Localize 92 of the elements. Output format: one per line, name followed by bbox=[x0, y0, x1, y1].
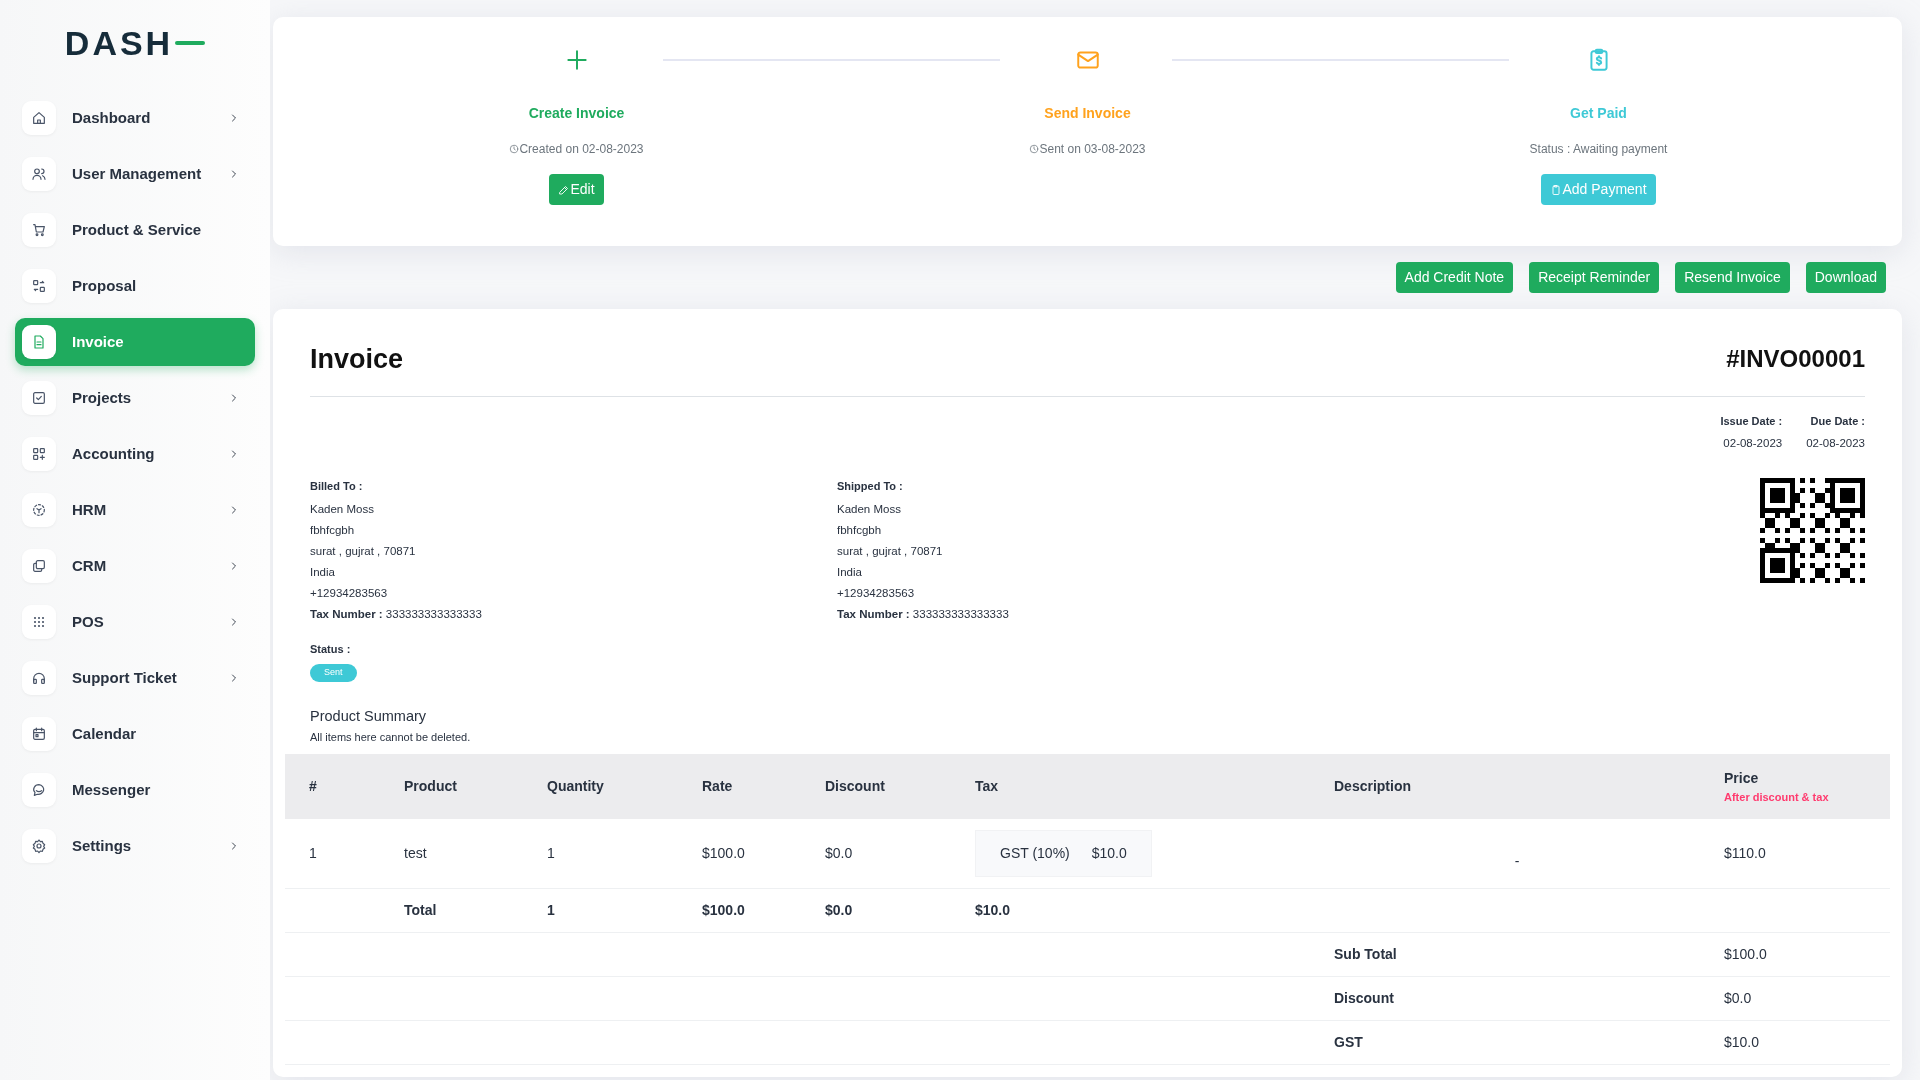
sidebar-item[interactable]: Product & Service bbox=[15, 206, 255, 254]
date-label: Issue Date : bbox=[1720, 413, 1783, 429]
address-line: India bbox=[837, 564, 863, 580]
price-note: After discount & tax bbox=[1724, 790, 1830, 805]
tax-number: Tax Number : 333333333333333 bbox=[310, 606, 483, 622]
table-cell: test bbox=[380, 819, 523, 889]
clipboard-icon bbox=[1550, 184, 1563, 197]
document-icon bbox=[31, 334, 47, 350]
step-title: Send Invoice bbox=[1043, 104, 1132, 123]
sidebar-item[interactable]: Proposal bbox=[15, 262, 255, 310]
column-header: Description bbox=[1310, 754, 1700, 820]
sidebar-item[interactable]: Dashboard bbox=[15, 94, 255, 142]
column-header: Discount bbox=[801, 754, 951, 820]
tax-name: GST (10%) bbox=[1000, 844, 1070, 863]
table-cell: Total bbox=[380, 888, 523, 933]
sidebar-item[interactable]: Settings bbox=[15, 822, 255, 870]
sidebar-item[interactable]: HRM bbox=[15, 486, 255, 534]
table-cell: $10.0 bbox=[951, 888, 1310, 933]
address-line: surat , gujrat , 70871 bbox=[837, 543, 944, 559]
step-subtitle: Status : Awaiting payment bbox=[1529, 141, 1668, 158]
dashed-circle-icon bbox=[31, 502, 47, 518]
address-line: surat , gujrat , 70871 bbox=[310, 543, 417, 559]
sidebar-item[interactable]: Support Ticket bbox=[15, 654, 255, 702]
status-label: Status : bbox=[310, 641, 352, 657]
table-cell: $100.0 bbox=[678, 819, 801, 889]
date-value: 02-08-2023 bbox=[1722, 436, 1783, 451]
date-value: 02-08-2023 bbox=[1806, 436, 1865, 451]
clock-icon bbox=[509, 144, 520, 154]
summary-title: Product Summary bbox=[310, 706, 428, 726]
summary-value: $100.0 bbox=[1700, 932, 1890, 977]
address-label: Shipped To : bbox=[837, 479, 904, 494]
column-header: Rate bbox=[678, 754, 801, 820]
step-title: Create Invoice bbox=[527, 104, 626, 123]
step-subtitle: Sent on 03-08-2023 bbox=[1039, 141, 1146, 158]
layers-icon bbox=[31, 558, 47, 574]
cart-icon bbox=[31, 222, 47, 238]
sidebar-item[interactable]: Projects bbox=[15, 374, 255, 422]
table-cell: $0.0 bbox=[801, 819, 951, 889]
table-cell: 1 bbox=[285, 819, 380, 889]
address-label: Billed To : bbox=[310, 479, 364, 494]
sidebar-item[interactable]: Messenger bbox=[15, 766, 255, 814]
summary-label: GST bbox=[1310, 1020, 1700, 1065]
column-header: # bbox=[285, 754, 380, 820]
address-line: Kaden Moss bbox=[837, 501, 902, 517]
tax-amount: $10.0 bbox=[1091, 844, 1127, 863]
summary-note: All items here cannot be deleted. bbox=[310, 730, 472, 746]
invoice-number: #INVO00001 bbox=[1726, 344, 1865, 375]
address-line: India bbox=[310, 564, 336, 580]
sidebar-item[interactable]: Calendar bbox=[15, 710, 255, 758]
date-label: Due Date : bbox=[1809, 413, 1865, 429]
address-line: fbhfcgbh bbox=[837, 522, 883, 538]
clock-icon bbox=[1029, 144, 1040, 154]
edit-icon bbox=[558, 184, 571, 197]
sidebar-item[interactable]: Accounting bbox=[15, 430, 255, 478]
home-icon bbox=[31, 110, 47, 126]
address-line: +12934283563 bbox=[837, 585, 916, 601]
summary-value: $10.0 bbox=[1700, 1020, 1890, 1065]
swap-icon bbox=[31, 278, 47, 294]
grid-dots-icon bbox=[31, 614, 47, 630]
apps-icon bbox=[31, 446, 47, 462]
headphones-icon bbox=[31, 670, 47, 686]
address-line: fbhfcgbh bbox=[310, 522, 356, 538]
address-line: +12934283563 bbox=[310, 585, 389, 601]
users-icon bbox=[31, 166, 47, 182]
column-header: Price bbox=[1724, 769, 1760, 788]
column-header: Tax bbox=[951, 754, 1310, 820]
summary-label: Discount bbox=[1310, 976, 1700, 1021]
column-header: Product bbox=[380, 754, 523, 820]
invoice-title: Invoice bbox=[310, 343, 404, 376]
step-subtitle: Created on 02-08-2023 bbox=[519, 141, 644, 158]
logo-bar bbox=[175, 41, 206, 45]
table-cell: 1 bbox=[523, 888, 678, 933]
calendar-icon bbox=[31, 726, 47, 742]
step-title: Get Paid bbox=[1569, 104, 1628, 123]
sidebar-item[interactable]: POS bbox=[15, 598, 255, 646]
logo-text: DASH bbox=[64, 26, 174, 60]
tax-number: Tax Number : 333333333333333 bbox=[837, 606, 1010, 622]
summary-value: $0.0 bbox=[1700, 976, 1890, 1021]
address-line: Kaden Moss bbox=[310, 501, 375, 517]
table-cell: 1 bbox=[523, 819, 678, 889]
column-header: Quantity bbox=[523, 754, 678, 820]
chat-bubble-icon bbox=[31, 782, 47, 798]
gear-icon bbox=[31, 838, 47, 854]
table-cell: $110.0 bbox=[1700, 819, 1890, 889]
checkbox-icon bbox=[31, 390, 47, 406]
table-cell: $0.0 bbox=[801, 888, 951, 933]
sidebar-item[interactable]: CRM bbox=[15, 542, 255, 590]
sidebar-item[interactable]: User Management bbox=[15, 150, 255, 198]
table-cell: $100.0 bbox=[678, 888, 801, 933]
table-cell: - bbox=[1310, 819, 1700, 889]
status-badge: Sent bbox=[310, 664, 357, 682]
summary-label: Sub Total bbox=[1310, 932, 1700, 977]
